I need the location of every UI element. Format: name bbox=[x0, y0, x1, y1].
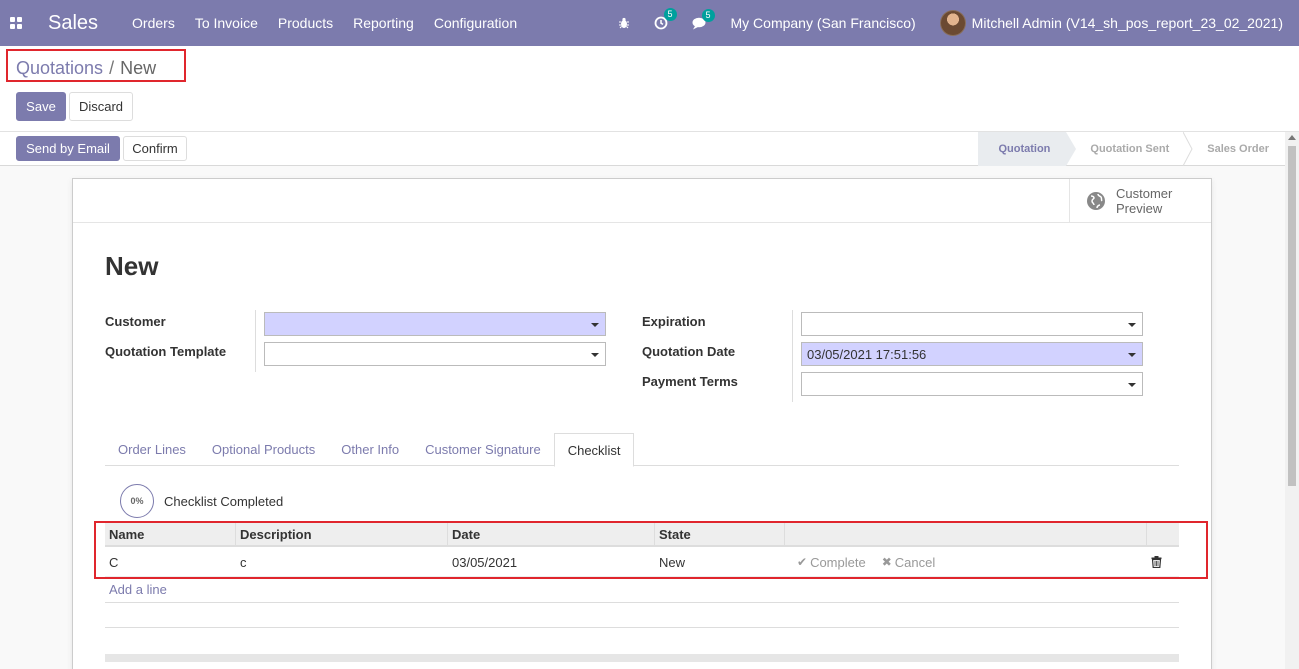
customer-preview-button[interactable]: Customer Preview bbox=[1069, 179, 1211, 223]
payment-terms-label: Payment Terms bbox=[642, 374, 738, 389]
template-dropdown-icon[interactable] bbox=[591, 353, 599, 357]
quotation-template-label: Quotation Template bbox=[105, 344, 227, 359]
page-scrollbar[interactable] bbox=[1285, 132, 1299, 669]
top-navbar: Sales Orders To Invoice Products Reporti… bbox=[0, 0, 1299, 46]
customer-field[interactable] bbox=[264, 312, 606, 336]
discard-button[interactable]: Discard bbox=[69, 92, 133, 121]
tab-order-lines[interactable]: Order Lines bbox=[105, 433, 199, 466]
customer-label: Customer bbox=[105, 314, 166, 329]
add-a-line-link[interactable]: Add a line bbox=[109, 582, 167, 597]
status-quotation-sent[interactable]: Quotation Sent bbox=[1066, 132, 1193, 166]
bug-icon[interactable] bbox=[618, 17, 630, 29]
checklist-progress-circle: 0% bbox=[120, 484, 154, 518]
messages-icon[interactable]: 5 bbox=[692, 8, 715, 30]
tab-other-info[interactable]: Other Info bbox=[328, 433, 412, 466]
smart-button-box: Customer Preview bbox=[73, 179, 1211, 223]
save-button[interactable]: Save bbox=[16, 92, 66, 121]
form-sheet: Customer Preview New Customer Quotation … bbox=[72, 178, 1212, 669]
apps-menu-icon[interactable] bbox=[0, 0, 32, 46]
confirm-button[interactable]: Confirm bbox=[123, 136, 187, 161]
customer-preview-label-2: Preview bbox=[1116, 201, 1163, 216]
expiration-dropdown-icon[interactable] bbox=[1128, 323, 1136, 327]
expiration-label: Expiration bbox=[642, 314, 706, 329]
status-sales-order[interactable]: Sales Order bbox=[1185, 132, 1283, 166]
scroll-up-arrow-icon[interactable] bbox=[1288, 135, 1296, 140]
company-switcher[interactable]: My Company (San Francisco) bbox=[731, 15, 916, 31]
user-menu[interactable]: Mitchell Admin (V14_sh_pos_report_23_02_… bbox=[972, 15, 1283, 31]
checklist-progress-label: Checklist Completed bbox=[164, 494, 284, 509]
tab-checklist[interactable]: Checklist bbox=[553, 433, 635, 467]
activity-badge: 5 bbox=[663, 8, 677, 21]
tab-customer-signature[interactable]: Customer Signature bbox=[412, 433, 554, 466]
menu-products[interactable]: Products bbox=[278, 15, 333, 31]
table-footer-row bbox=[105, 602, 1179, 628]
payment-terms-field[interactable] bbox=[801, 372, 1143, 396]
scrollbar-thumb[interactable] bbox=[1288, 146, 1296, 486]
globe-icon bbox=[1087, 192, 1105, 210]
send-by-email-button[interactable]: Send by Email bbox=[16, 136, 120, 161]
menu-to-invoice[interactable]: To Invoice bbox=[195, 15, 258, 31]
quotation-date-dropdown-icon[interactable] bbox=[1128, 353, 1136, 357]
status-quotation-sent-label: Quotation Sent bbox=[1090, 143, 1170, 155]
menu-reporting[interactable]: Reporting bbox=[353, 15, 414, 31]
checklist-highlight-box bbox=[94, 521, 1208, 579]
notebook-tabs: Order Lines Optional Products Other Info… bbox=[105, 433, 1179, 467]
record-title: New bbox=[105, 251, 159, 281]
quotation-template-field[interactable] bbox=[264, 342, 606, 366]
control-panel: Quotations / New Save Discard Send by Emai… bbox=[0, 46, 1299, 166]
right-group-divider bbox=[792, 310, 793, 402]
expiration-field[interactable] bbox=[801, 312, 1143, 336]
customer-preview-label-1: Customer bbox=[1116, 186, 1173, 201]
left-group-divider bbox=[255, 310, 256, 372]
tab-optional-products[interactable]: Optional Products bbox=[199, 433, 328, 466]
status-bar: Quotation Quotation Sent Sales Order bbox=[978, 132, 1283, 166]
quotation-date-value: 03/05/2021 17:51:56 bbox=[807, 346, 927, 362]
quotation-date-label: Quotation Date bbox=[642, 344, 736, 359]
status-quotation[interactable]: Quotation bbox=[978, 132, 1077, 166]
activity-clock-icon[interactable]: 5 bbox=[654, 8, 677, 30]
menu-orders[interactable]: Orders bbox=[132, 15, 175, 31]
messages-badge: 5 bbox=[701, 8, 715, 22]
breadcrumb-highlight-box bbox=[6, 49, 186, 82]
user-avatar[interactable] bbox=[939, 10, 966, 36]
customer-dropdown-icon[interactable] bbox=[591, 323, 599, 327]
bottom-divider bbox=[105, 654, 1179, 662]
app-name[interactable]: Sales bbox=[48, 12, 98, 35]
quotation-date-field[interactable]: 03/05/2021 17:51:56 bbox=[801, 342, 1143, 366]
payment-terms-dropdown-icon[interactable] bbox=[1128, 383, 1136, 387]
menu-configuration[interactable]: Configuration bbox=[434, 15, 517, 31]
